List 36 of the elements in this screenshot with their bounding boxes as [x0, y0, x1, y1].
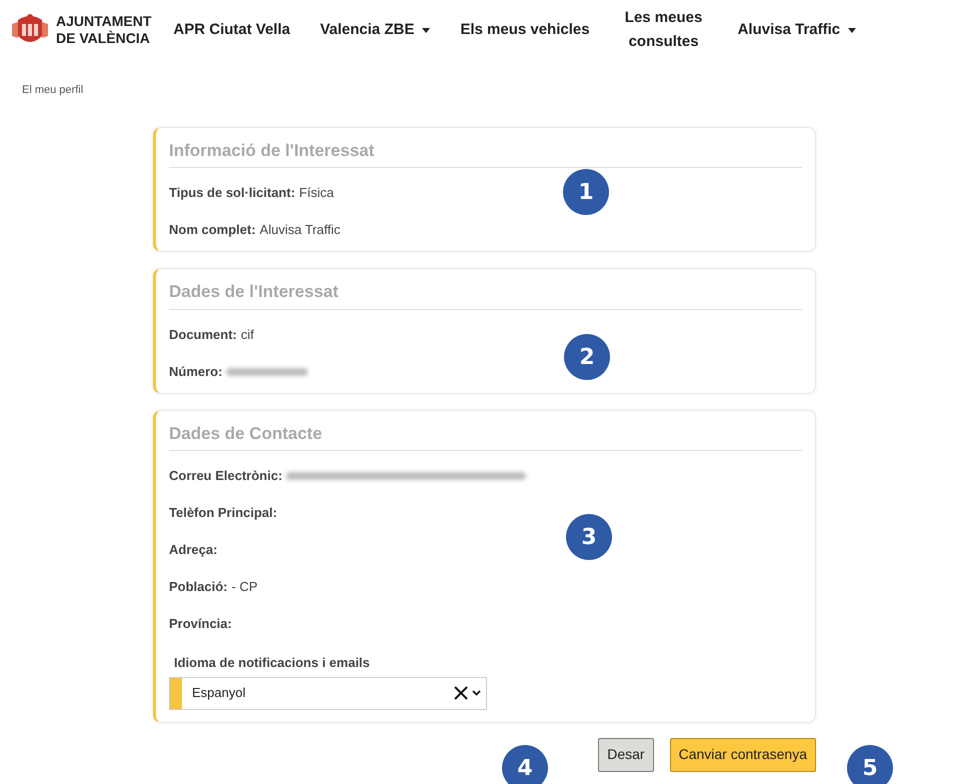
- change-password-button[interactable]: Canviar contrasenya: [670, 738, 816, 772]
- logo-text: AJUNTAMENT DE VALÈNCIA: [56, 13, 152, 47]
- breadcrumb: El meu perfil: [21, 83, 84, 98]
- field-label: Adreça:: [169, 541, 218, 560]
- field-label: Document:: [169, 326, 237, 344]
- callout-marker: 5: [847, 745, 893, 784]
- nav-link[interactable]: Els meus vehicles: [460, 18, 590, 42]
- save-button[interactable]: Desar: [598, 738, 654, 772]
- section-title: Informació de l'Interessat: [169, 138, 802, 168]
- section-title: Dades de l'Interessat: [169, 279, 802, 310]
- caret-icon: [422, 28, 430, 32]
- field-value: Física: [299, 184, 334, 202]
- nav-link[interactable]: Les meues consultes: [620, 6, 708, 54]
- select-label: Idioma de notificacions i emails: [174, 654, 371, 672]
- nav-link[interactable]: Valencia ZBE: [320, 18, 430, 42]
- field-value: cif: [240, 326, 254, 344]
- chevron-down-icon[interactable]: [472, 690, 481, 696]
- section-title: Dades de Contacte: [169, 420, 802, 451]
- field-label: Província:: [169, 615, 232, 634]
- callout-marker: 2: [564, 334, 610, 380]
- field-label: Nom complet:: [169, 221, 256, 240]
- field-value: - CP: [232, 578, 258, 596]
- field-label: Tipus de sol·licitant:: [169, 184, 296, 202]
- callout-marker: 1: [563, 169, 609, 215]
- language-select[interactable]: Espanyol: [169, 676, 487, 710]
- field-label: Població:: [169, 578, 228, 596]
- field-value: Aluvisa Traffic: [260, 221, 340, 240]
- callout-marker: 4: [502, 745, 548, 784]
- field-label: Número:: [169, 362, 222, 381]
- field-label: Correu Electrònic:: [169, 467, 282, 486]
- nav-link[interactable]: APR Ciutat Vella: [173, 18, 290, 42]
- nav-link[interactable]: Aluvisa Traffic: [738, 18, 856, 42]
- caret-icon: [848, 28, 856, 32]
- clear-icon[interactable]: [454, 686, 468, 700]
- field-label: Telèfon Principal:: [169, 504, 278, 522]
- callout-marker: 3: [566, 514, 612, 560]
